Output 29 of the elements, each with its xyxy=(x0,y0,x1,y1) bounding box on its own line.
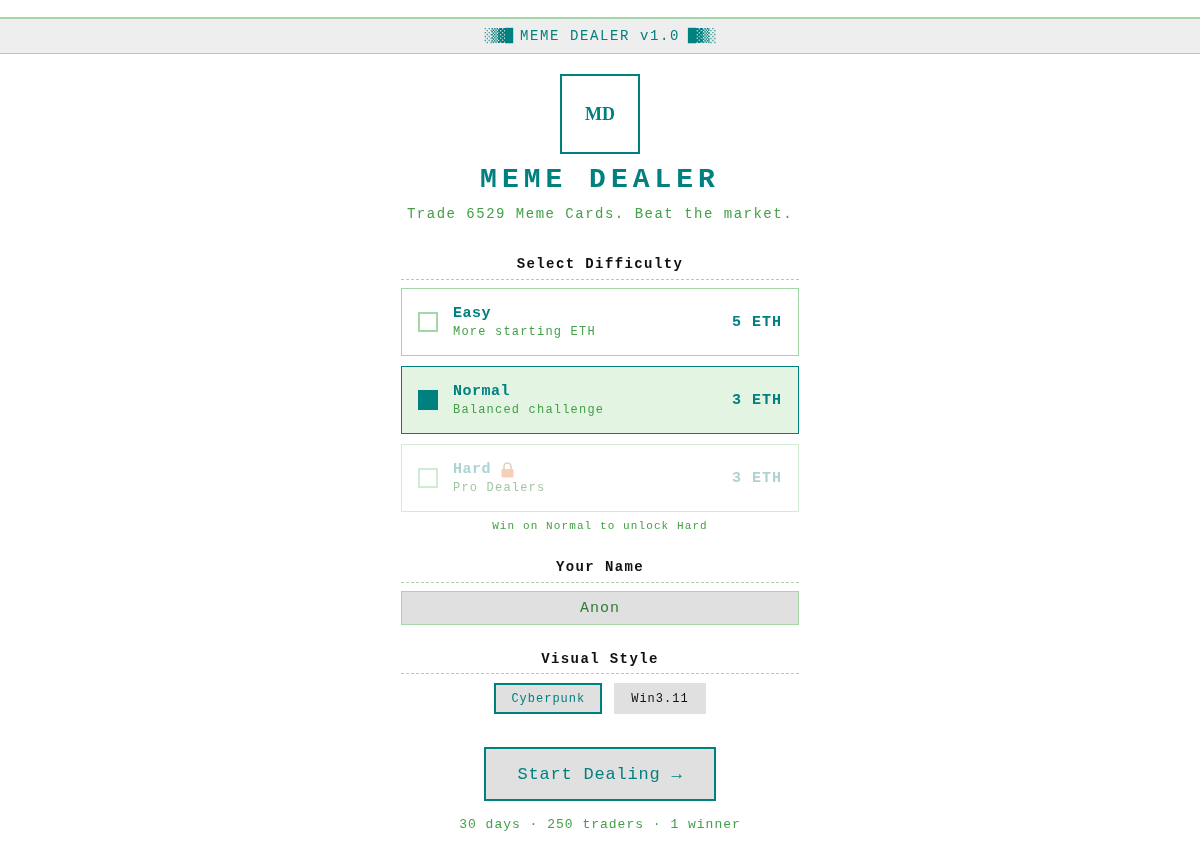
unlock-hint: Win on Normal to unlock Hard xyxy=(492,519,708,533)
option-reward: 5 ETH xyxy=(732,313,782,331)
option-reward: 3 ETH xyxy=(732,391,782,409)
app-title: MEME DEALER v1.0 xyxy=(520,27,680,45)
option-name: Hard xyxy=(453,460,491,479)
logo: MD xyxy=(560,74,640,154)
checkbox[interactable] xyxy=(418,312,438,332)
difficulty-option[interactable]: Normal Balanced challenge 3 ETH xyxy=(401,366,799,434)
section-heading: Visual Style xyxy=(541,650,659,668)
name-input[interactable]: Anon xyxy=(401,591,799,625)
footer-text: 30 days · 250 traders · 1 winner xyxy=(459,818,741,832)
section-heading: Select Difficulty xyxy=(516,255,684,273)
checkbox[interactable] xyxy=(418,390,438,410)
option-description: More starting ETH xyxy=(453,324,596,340)
block-ornament: ░▒▓█ xyxy=(484,28,512,44)
option-description: Pro Dealers xyxy=(453,480,546,496)
difficulty-option[interactable]: Easy More starting ETH 5 ETH xyxy=(401,288,799,356)
game-title: MEME DEALER xyxy=(480,163,720,197)
section-heading: Your Name xyxy=(555,558,645,576)
style-button[interactable]: Win3.11 xyxy=(614,683,706,714)
style-button[interactable]: Cyberpunk xyxy=(494,683,603,714)
block-ornament: █▓▒░ xyxy=(688,28,716,44)
lock-icon xyxy=(501,461,514,478)
start-button[interactable]: Start Dealing → xyxy=(484,747,716,801)
option-description: Balanced challenge xyxy=(453,402,605,418)
option-name: Normal xyxy=(453,382,510,401)
tagline: Trade 6529 Meme Cards. Beat the market. xyxy=(406,205,794,223)
option-reward: 3 ETH xyxy=(732,469,782,487)
option-name: Easy xyxy=(453,304,491,323)
